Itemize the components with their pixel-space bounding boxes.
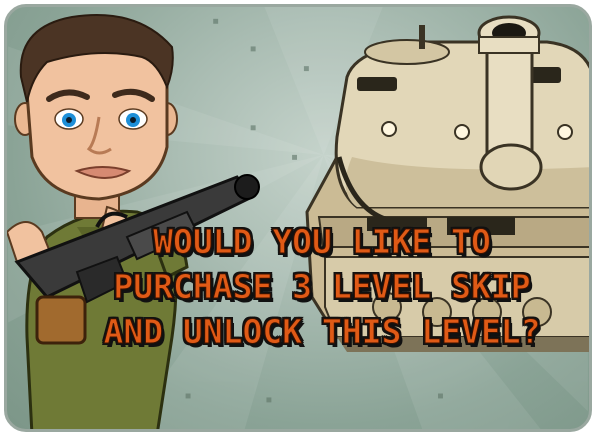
prompt-line-2: PURCHASE 3 LEVEL SKIP <box>113 267 531 307</box>
purchase-prompt: WOULD YOU LIKE TO PURCHASE 3 LEVEL SKIP … <box>87 219 557 354</box>
prompt-line-3: AND UNLOCK THIS LEVEL? <box>103 312 541 352</box>
level-skip-dialog: WOULD YOU LIKE TO PURCHASE 3 LEVEL SKIP … <box>4 4 592 432</box>
prompt-line-1: WOULD YOU LIKE TO <box>153 222 492 262</box>
